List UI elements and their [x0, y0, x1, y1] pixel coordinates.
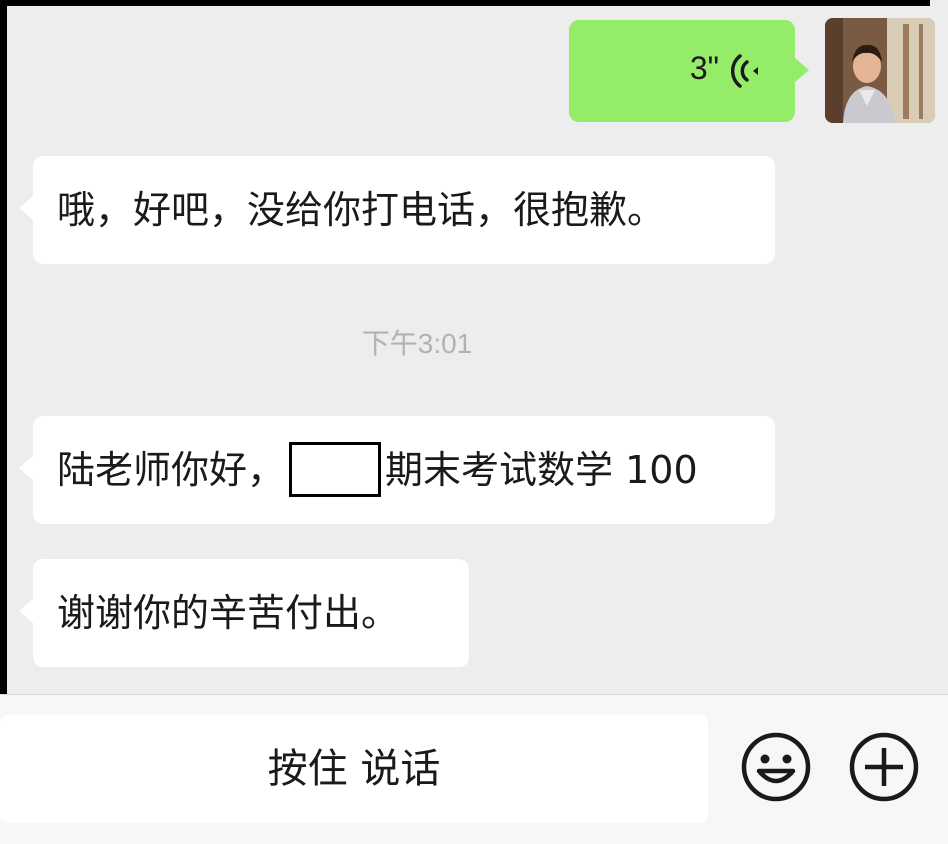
outgoing-voice-message[interactable]: 3" [569, 20, 809, 122]
chat-message-list[interactable]: 3" 哦，好吧，没给你打电话，很抱歉。 下午3:01 陆老师你好， 期末考试数学 … [7, 6, 948, 694]
smiley-icon[interactable] [740, 731, 812, 803]
sender-avatar[interactable] [825, 18, 935, 123]
message-text: 谢谢你的辛苦付出。 [57, 591, 400, 635]
voice-wave-icon [730, 53, 765, 89]
incoming-message[interactable]: 哦，好吧，没给你打电话，很抱歉。 [19, 156, 775, 264]
message-text-part: 期末考试数学 100 [385, 448, 698, 492]
image-frame-left-border [0, 0, 7, 694]
incoming-message[interactable]: 谢谢你的辛苦付出。 [19, 559, 469, 667]
incoming-message[interactable]: 陆老师你好， 期末考试数学 100 [19, 416, 775, 524]
plus-circle-icon[interactable] [848, 731, 920, 803]
message-timestamp: 下午3:01 [361, 328, 473, 359]
redaction-box [289, 442, 382, 497]
hold-to-talk-button[interactable]: 按住 说话 [0, 715, 708, 823]
voice-duration: 3" [689, 50, 719, 86]
chat-input-bar: 按住 说话 [0, 694, 948, 844]
message-text: 哦，好吧，没给你打电话，很抱歉。 [57, 188, 666, 232]
message-text-part: 陆老师你好， [57, 448, 286, 492]
